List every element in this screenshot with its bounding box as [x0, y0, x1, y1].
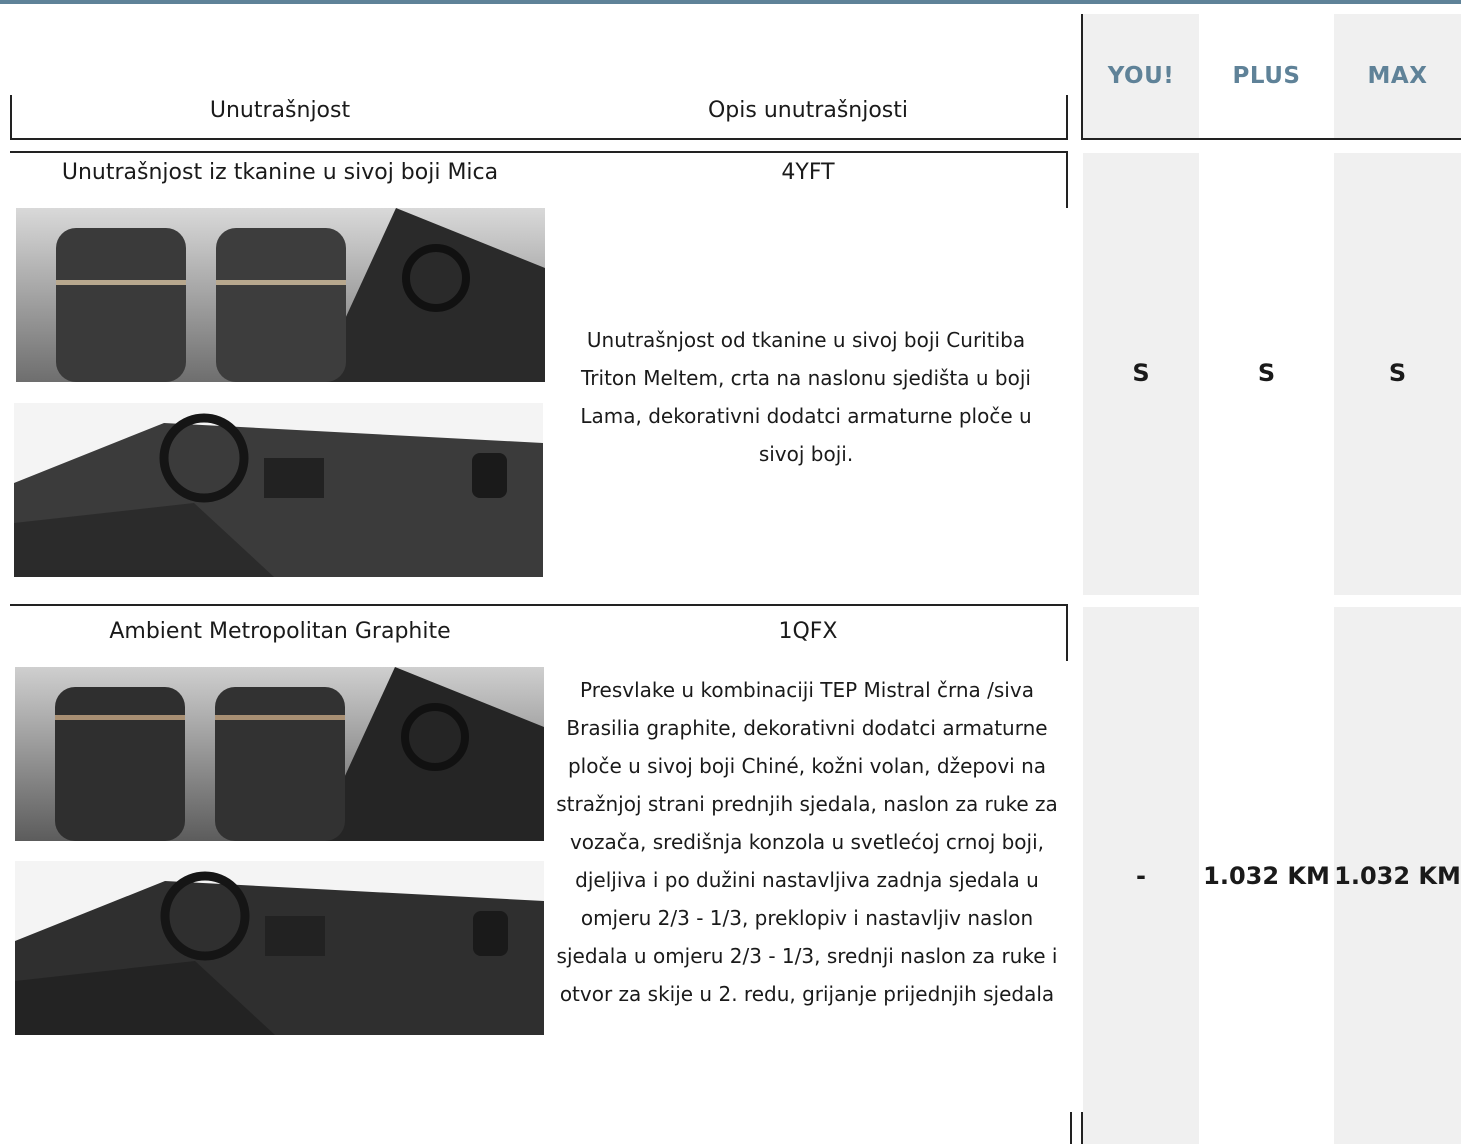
top-accent-bar: [0, 0, 1461, 4]
row2-interior-name: Ambient Metropolitan Graphite: [109, 619, 451, 644]
header-description: Opis unutrašnjosti: [707, 98, 908, 123]
row1-top-border: [10, 151, 1068, 153]
row2-rear-seats-photo: [15, 667, 544, 841]
row2-value-max: 1.032 KM: [1334, 862, 1461, 890]
row1-code: 4YFT: [781, 160, 835, 185]
header-bottom-border: [10, 138, 1068, 140]
row1-right-border: [1066, 151, 1068, 208]
row2-dashboard-photo: [15, 861, 544, 1035]
header-right-border: [1066, 95, 1068, 140]
row2-value-plus: 1.032 KM: [1203, 862, 1330, 890]
row1-description: Unutrašnjost od tkanine u sivoj boji Cur…: [580, 328, 1032, 466]
bottom-border-right: [1081, 1112, 1083, 1144]
row1-value-you: S: [1132, 359, 1150, 387]
row2-top-border: [10, 604, 1068, 606]
row2-value-you: -: [1136, 862, 1146, 890]
row1-value-plus: S: [1257, 359, 1276, 387]
row1-dashboard-photo: [14, 403, 543, 577]
row1-value-max: S: [1388, 359, 1407, 387]
trim-header-you: YOU!: [1107, 63, 1175, 89]
header-left-border: [10, 95, 12, 140]
trim-header-bottom-border: [1081, 138, 1461, 140]
header-interior: Unutrašnjost: [209, 98, 351, 123]
row2-right-border: [1066, 604, 1068, 661]
row1-rear-seats-photo: [16, 208, 545, 382]
row2-description: Presvlake u kombinaciji TEP Mistral črna…: [556, 678, 1058, 1006]
bottom-border-left: [1070, 1112, 1072, 1144]
trim-header-plus: PLUS: [1232, 63, 1301, 89]
row1-interior-name: Unutrašnjost iz tkanine u sivoj boji Mic…: [61, 160, 499, 185]
row2-code: 1QFX: [778, 619, 838, 644]
trim-header-max: MAX: [1367, 63, 1428, 89]
